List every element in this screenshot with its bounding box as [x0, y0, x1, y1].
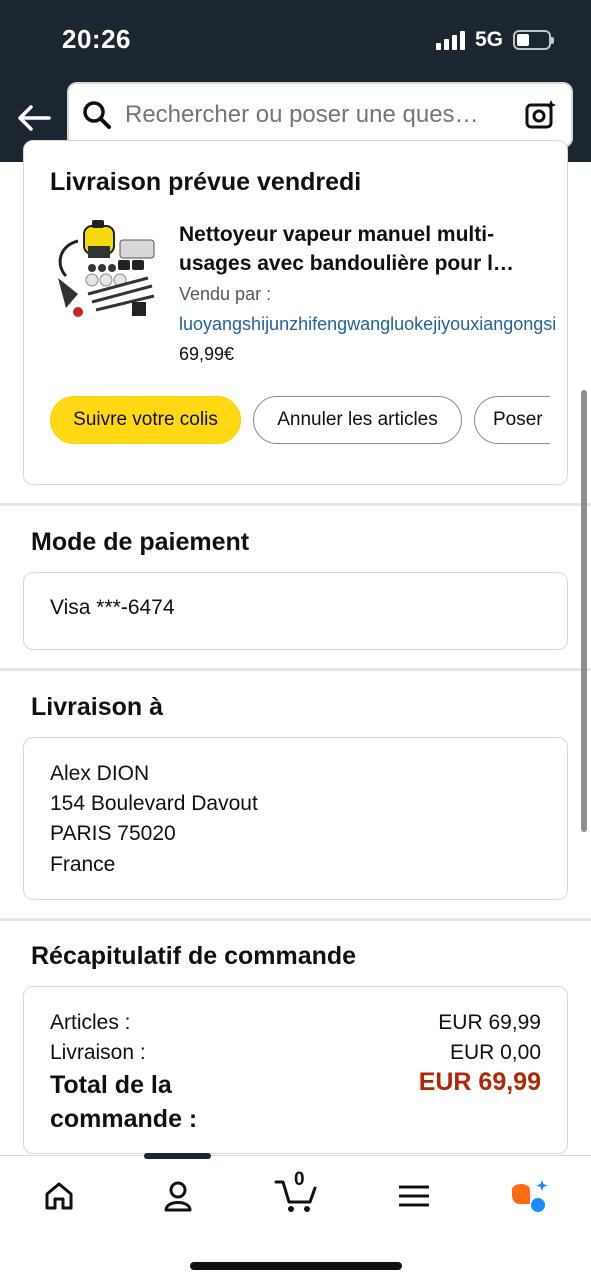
items-value: EUR 69,99 — [438, 1011, 541, 1034]
steam-cleaner-image — [58, 220, 155, 317]
nav-account[interactable] — [150, 1176, 206, 1216]
menu-icon — [399, 1185, 429, 1207]
nav-home[interactable] — [31, 1176, 87, 1216]
status-time: 20:26 — [62, 24, 131, 54]
rufus-assistant-icon — [512, 1180, 548, 1212]
top-bar: 20:26 5G — [0, 0, 591, 162]
account-icon — [164, 1181, 192, 1212]
order-total-value: EUR 69,99 — [418, 1068, 541, 1096]
cart-count-badge: 0 — [294, 1169, 305, 1190]
home-indicator[interactable] — [190, 1262, 402, 1270]
summary-section-title: Récapitulatif de commande — [31, 942, 357, 970]
shipping-cost-label: Livraison : — [50, 1041, 146, 1064]
order-total-label: Total de la commande : — [50, 1071, 198, 1133]
shipping-section-title: Livraison à — [31, 693, 163, 721]
home-icon — [45, 1182, 73, 1210]
product-image[interactable] — [48, 216, 160, 328]
nav-menu[interactable] — [386, 1176, 442, 1216]
battery-icon — [513, 30, 554, 50]
divider — [0, 668, 591, 671]
cancel-items-button[interactable]: Annuler les articles — [253, 396, 462, 444]
back-button[interactable] — [14, 96, 54, 140]
bottom-navigation: 0 — [0, 1153, 591, 1280]
search-input[interactable] — [125, 101, 511, 129]
divider — [0, 918, 591, 921]
back-arrow-icon — [18, 105, 51, 131]
items-label: Articles : — [50, 1011, 131, 1034]
shipping-cost-value: EUR 0,00 — [449, 1041, 541, 1064]
delivery-title: Livraison prévue vendredi — [50, 168, 362, 196]
payment-section-title: Mode de paiement — [31, 528, 250, 556]
signal-icon — [435, 30, 465, 50]
camera-search-icon[interactable] — [511, 98, 571, 132]
address-city: PARIS 75020 — [50, 822, 176, 845]
ask-question-button[interactable]: Poser — [474, 396, 550, 444]
product-title[interactable]: Nettoyeur vapeur manuel multi-usages ave… — [179, 220, 549, 278]
network-label: 5G — [474, 28, 503, 51]
address-street: 154 Boulevard Davout — [50, 792, 258, 815]
nav-rufus[interactable] — [502, 1176, 558, 1216]
search-icon — [69, 100, 125, 130]
payment-method: Visa ***-6474 — [50, 596, 175, 619]
seller-link[interactable]: luoyangshijunzhifengwangluokejiyouxiango… — [179, 314, 556, 335]
scrollbar[interactable] — [581, 390, 587, 832]
status-indicators: 5G — [435, 28, 554, 52]
address-name: Alex DION — [50, 762, 150, 785]
track-package-button[interactable]: Suivre votre colis — [50, 396, 241, 444]
address-country: France — [50, 853, 116, 876]
product-price: 69,99€ — [179, 344, 235, 364]
divider — [0, 503, 591, 506]
sold-by-label: Vendu par : — [179, 284, 272, 304]
search-bar[interactable] — [67, 82, 573, 148]
active-tab-indicator — [144, 1153, 211, 1159]
